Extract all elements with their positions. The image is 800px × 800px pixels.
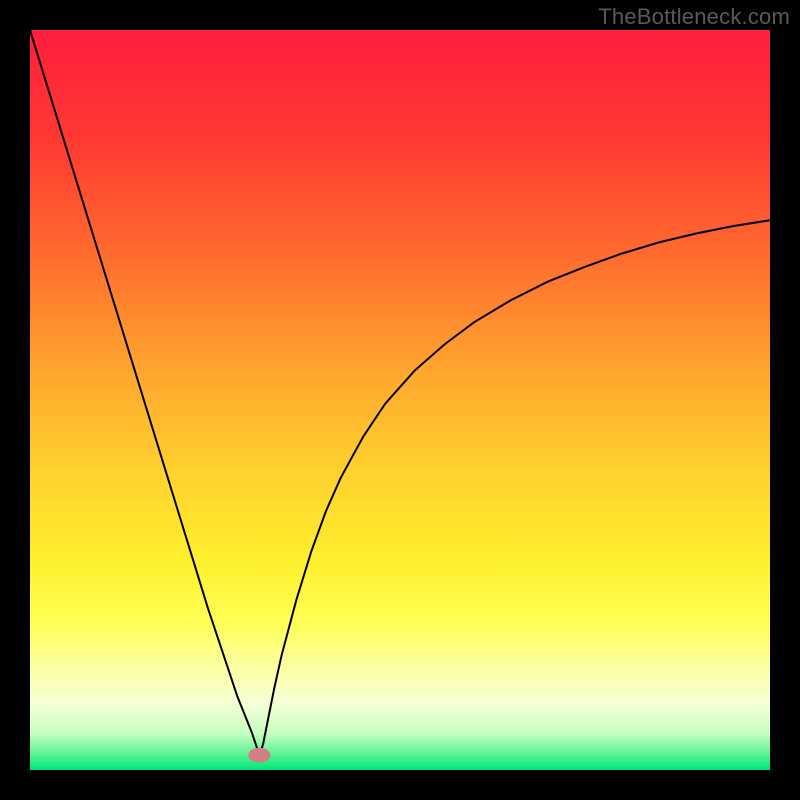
- chart-frame: TheBottleneck.com: [0, 0, 800, 800]
- gradient-background: [30, 30, 770, 770]
- watermark-text: TheBottleneck.com: [598, 4, 790, 30]
- plot-area: [30, 30, 770, 770]
- chart-svg: [30, 30, 770, 770]
- min-marker: [248, 748, 270, 763]
